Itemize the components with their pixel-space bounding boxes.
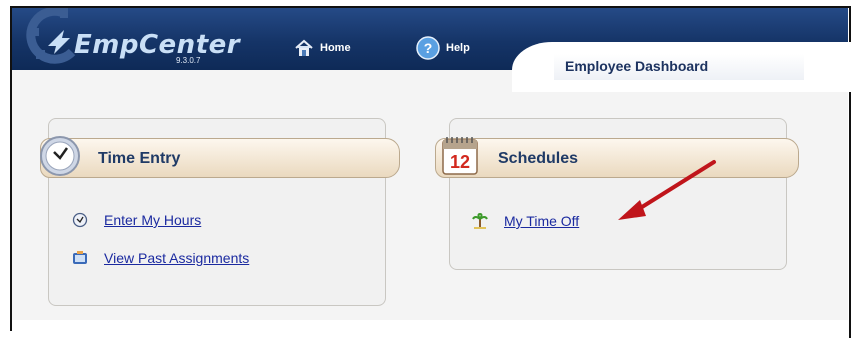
calendar-day: 12	[450, 152, 470, 172]
annotation-arrow	[618, 160, 716, 220]
small-clock-icon	[72, 212, 88, 228]
assignments-icon	[73, 251, 87, 264]
enter-hours-row[interactable]: Enter My Hours	[72, 212, 201, 228]
time-entry-title: Time Entry	[98, 150, 181, 167]
view-past-assignments-link[interactable]: View Past Assignments	[104, 250, 249, 266]
palm-tree-icon	[472, 213, 488, 229]
calendar-icon: 12	[442, 137, 478, 175]
my-time-off-link[interactable]: My Time Off	[504, 213, 579, 229]
svg-text:?: ?	[424, 40, 433, 56]
time-entry-header	[40, 138, 400, 178]
view-past-assignments-row[interactable]: View Past Assignments	[72, 250, 249, 266]
help-icon[interactable]: ?	[416, 36, 440, 60]
logo-text: EmpCenter	[74, 30, 241, 60]
enter-my-hours-link[interactable]: Enter My Hours	[104, 212, 201, 228]
gear-logo-icon	[26, 8, 76, 64]
page: Employee Dashboard EmpCenter 9.3.0.7 Hom…	[12, 8, 860, 320]
help-link[interactable]: Help	[446, 42, 470, 54]
home-link[interactable]: Home	[320, 42, 351, 54]
logo-version: 9.3.0.7	[176, 56, 201, 65]
home-icon[interactable]	[294, 38, 314, 58]
clock-icon	[40, 136, 80, 176]
dashboard-title[interactable]: Employee Dashboard	[565, 58, 708, 74]
header: Employee Dashboard EmpCenter 9.3.0.7 Hom…	[12, 8, 860, 92]
schedules-title: Schedules	[498, 150, 579, 167]
header-bottom	[12, 70, 512, 80]
my-time-off-row[interactable]: My Time Off	[472, 213, 579, 229]
